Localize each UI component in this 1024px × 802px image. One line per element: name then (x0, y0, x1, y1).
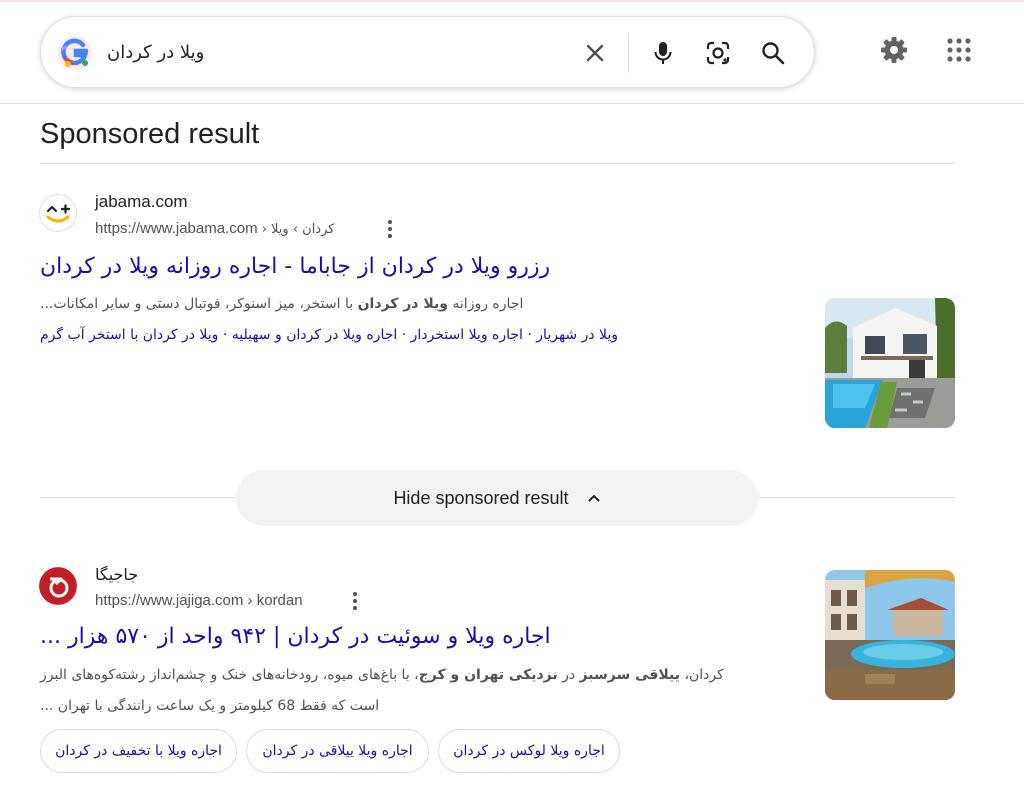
lens-icon[interactable] (704, 39, 732, 67)
header: ویلا در کردان (0, 0, 1024, 104)
more-options-icon[interactable] (382, 219, 398, 239)
related-search-chip[interactable]: اجاره ویلا با تخفیف در کردان (40, 729, 237, 773)
result-snippet: کردان، ییلاقی سرسبز در نزدیکی تهران و کر… (40, 664, 770, 686)
settings-gear-icon[interactable] (878, 34, 910, 66)
villa-pool-thumbnail[interactable] (825, 298, 955, 428)
snippet-part: اجاره روزانه (447, 296, 524, 312)
result-title-link[interactable]: اجاره ویلا و سوئیت در کردان | ۹۴۲ واحد ا… (40, 622, 580, 652)
url-breadcrumb: › kordan (243, 592, 303, 609)
snippet-bold: ویلا در کردان (357, 296, 448, 312)
site-url[interactable]: https://www.jajiga.com › kordan (95, 591, 303, 611)
villa-pool-thumbnail[interactable] (825, 570, 955, 700)
sitelink-separator: · (397, 327, 411, 343)
snippet-bold: نزدیکی تهران و کرج (418, 667, 558, 683)
result-snippet: اجاره روزانه ویلا در کردان با استخر، میز… (40, 293, 560, 315)
more-options-icon[interactable] (347, 591, 363, 611)
related-search-chip[interactable]: اجاره ویلا ییلاقی در کردان (246, 729, 429, 773)
apps-grid-icon[interactable] (943, 34, 975, 66)
site-url[interactable]: https://www.jabama.com › کردان › ویلا (95, 219, 334, 240)
result-snippet-line2: است که فقط 68 کیلومتر و یک ساعت رانندگی … (40, 698, 380, 714)
result-title-link[interactable]: رزرو ویلا در کردان از جاباما - اجاره روز… (40, 252, 600, 282)
search-icon[interactable] (759, 39, 787, 67)
sponsored-heading: Sponsored result (40, 118, 260, 150)
google-doodle-logo-icon[interactable] (55, 33, 95, 73)
jabama-favicon-icon (39, 194, 77, 232)
url-host: https://www.jajiga.com (95, 592, 244, 609)
site-name[interactable]: jabama.com (95, 191, 188, 213)
sitelink[interactable]: ویلا در کردان با استخر آب گرم (40, 327, 218, 343)
url-breadcrumb: › کردان › ویلا (257, 222, 335, 237)
jajiga-favicon-icon (39, 567, 77, 605)
sitelinks: ویلا در شهریار · اجاره ویلا استخردار · ا… (40, 324, 700, 346)
snippet-part: ، با باغ‌های میوه، رودخانه‌های خنک و چشم… (40, 667, 419, 683)
sitelink[interactable]: اجاره ویلا استخردار (411, 327, 523, 343)
clear-icon[interactable] (581, 39, 609, 67)
hide-sponsored-label: Hide sponsored result (393, 487, 569, 508)
snippet-part: کردان، (680, 667, 724, 683)
site-name[interactable]: جاجیگا (95, 564, 138, 586)
sitelink-separator: · (522, 327, 537, 343)
snippet-bold: ییلاقی سرسبز (579, 667, 681, 683)
sitelink[interactable]: اجاره ویلا در کردان و سهیلیه (232, 327, 398, 343)
sitelink[interactable]: ویلا در شهریار (536, 327, 618, 343)
related-search-chip[interactable]: اجاره ویلا لوکس در کردان (438, 729, 620, 773)
search-box-divider (628, 33, 629, 73)
hide-sponsored-button[interactable]: Hide sponsored result (236, 470, 758, 526)
url-host: https://www.jabama.com (95, 220, 258, 237)
snippet-part: با استخر، میز اسنوکر، فوتبال دستی و سایر… (40, 296, 358, 312)
search-box[interactable]: ویلا در کردان (40, 16, 815, 88)
sitelink-separator: · (218, 327, 232, 343)
mic-icon[interactable] (649, 39, 677, 67)
search-input[interactable]: ویلا در کردان (107, 39, 407, 67)
divider (40, 163, 955, 164)
chevron-up-icon (587, 494, 600, 502)
snippet-part: در (557, 667, 580, 683)
